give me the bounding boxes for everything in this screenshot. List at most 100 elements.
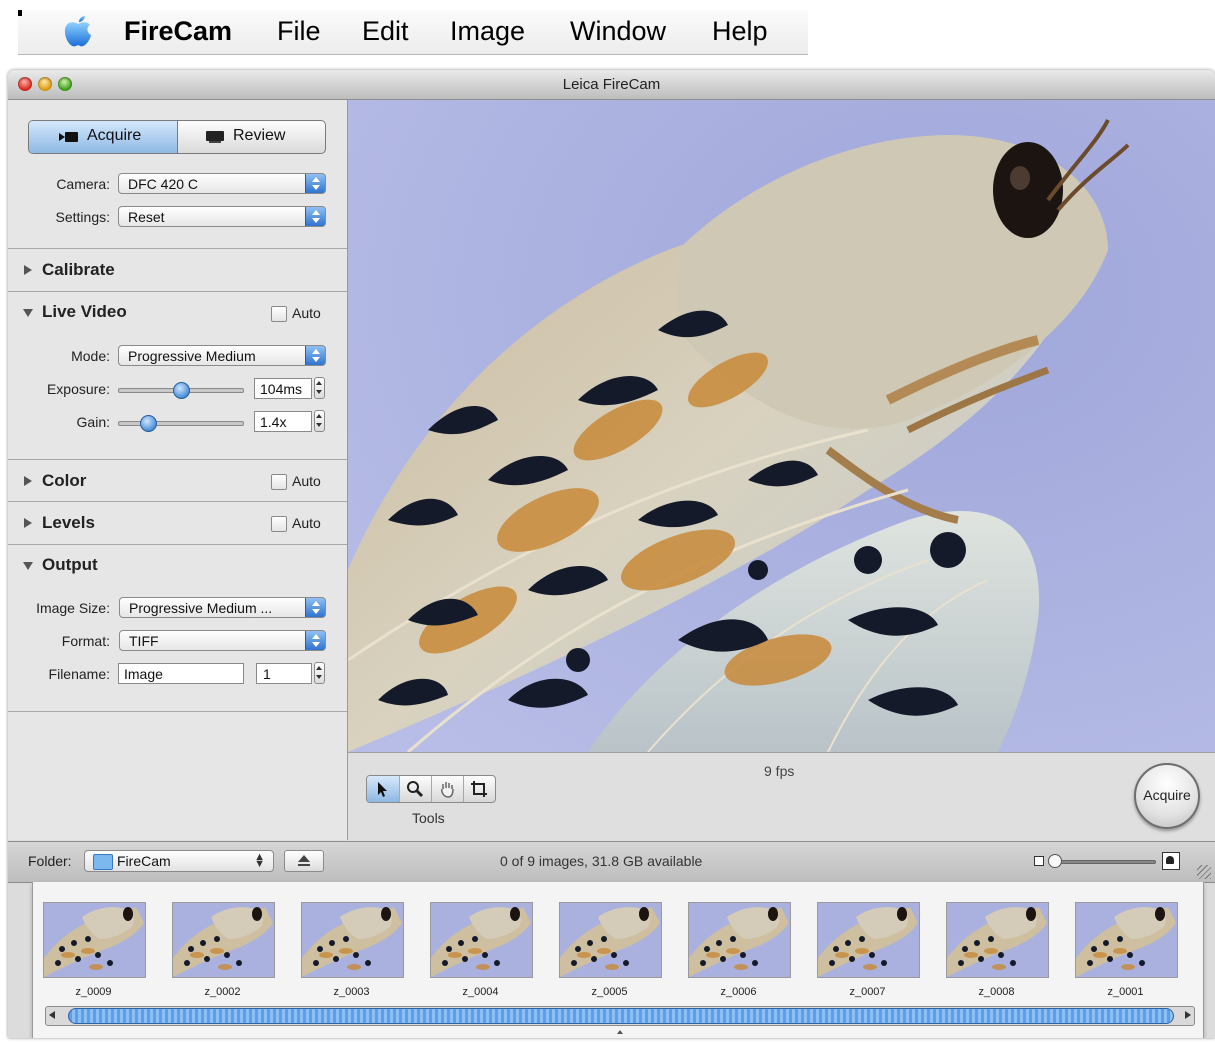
thumbnail-strip: z_0009 z_0002 z_0003 z_0004 z_0005 z_0006 z_00… bbox=[32, 882, 1204, 1038]
gain-slider-knob[interactable] bbox=[139, 415, 157, 432]
thumbnail-image[interactable] bbox=[43, 902, 146, 978]
thumbnail-image[interactable] bbox=[301, 902, 404, 978]
review-mode-button[interactable]: Review bbox=[177, 121, 325, 153]
thumbnail-image[interactable] bbox=[817, 902, 920, 978]
control-sidebar: Acquire Review Camera: DFC 420 C Setting… bbox=[8, 100, 348, 840]
folder-label: Folder: bbox=[28, 853, 72, 869]
color-auto-checkbox[interactable] bbox=[271, 474, 287, 490]
disclosure-down-icon[interactable] bbox=[23, 309, 33, 317]
levels-header[interactable]: Levels bbox=[42, 513, 95, 533]
thumbnail-image[interactable] bbox=[430, 902, 533, 978]
screen-corner bbox=[18, 10, 22, 16]
fps-readout: 9 fps bbox=[764, 763, 795, 779]
gain-value: 1.4x bbox=[260, 414, 287, 430]
large-thumbnail-icon[interactable] bbox=[1162, 852, 1180, 870]
window-title: Leica FireCam bbox=[562, 76, 661, 93]
gain-label: Gain: bbox=[76, 414, 110, 430]
image-size-value: Progressive Medium ... bbox=[129, 600, 273, 616]
hand-tool-button[interactable] bbox=[431, 776, 464, 802]
popup-arrows-icon bbox=[305, 598, 325, 617]
arrow-tool-button[interactable] bbox=[367, 776, 400, 802]
menu-window[interactable]: Window bbox=[570, 16, 666, 47]
exposure-value: 104ms bbox=[260, 381, 303, 397]
filename-field[interactable]: Image bbox=[118, 663, 244, 684]
thumbnail-image[interactable] bbox=[1075, 902, 1178, 978]
acquire-mode-button[interactable]: Acquire bbox=[29, 121, 178, 153]
menu-help[interactable]: Help bbox=[712, 16, 768, 47]
thumbnail-image[interactable] bbox=[172, 902, 275, 978]
thumbnail-label: z_0003 bbox=[333, 986, 370, 998]
popup-arrows-icon: ▲ ▼ bbox=[254, 851, 265, 870]
live-image-view[interactable] bbox=[348, 100, 1215, 752]
scroll-left-arrow-icon[interactable] bbox=[49, 1011, 55, 1019]
settings-popup[interactable]: Reset bbox=[118, 206, 326, 227]
disclosure-down-icon[interactable] bbox=[23, 562, 33, 570]
settings-value: Reset bbox=[128, 209, 165, 225]
small-thumbnail-icon[interactable] bbox=[1034, 856, 1044, 866]
mode-label: Mode: bbox=[71, 348, 110, 364]
popup-arrows-icon bbox=[305, 174, 325, 193]
apple-menu-icon[interactable] bbox=[60, 14, 96, 50]
levels-auto-label: Auto bbox=[292, 515, 321, 531]
camera-popup[interactable]: DFC 420 C bbox=[118, 173, 326, 194]
thumbnail-label: z_0008 bbox=[978, 986, 1015, 998]
filename-counter-stepper[interactable] bbox=[314, 662, 325, 684]
magnifier-icon bbox=[407, 781, 424, 798]
thumbnail-scrollbar[interactable] bbox=[45, 1006, 1195, 1026]
levels-auto-checkbox[interactable] bbox=[271, 516, 287, 532]
tools-bar: Tools 9 fps Acquire bbox=[348, 752, 1215, 841]
review-mode-label: Review bbox=[233, 127, 286, 144]
disclosure-right-icon[interactable] bbox=[24, 476, 32, 486]
menu-file[interactable]: File bbox=[277, 16, 321, 47]
crop-icon bbox=[471, 781, 487, 797]
tools-label: Tools bbox=[412, 810, 445, 826]
camera-value: DFC 420 C bbox=[128, 176, 199, 192]
mode-popup[interactable]: Progressive Medium bbox=[118, 345, 326, 366]
crop-tool-button[interactable] bbox=[463, 776, 495, 802]
tools-segmented-control bbox=[366, 775, 496, 803]
filename-label: Filename: bbox=[48, 666, 110, 682]
hand-icon bbox=[441, 782, 454, 798]
thumbnail-image[interactable] bbox=[688, 902, 791, 978]
zoom-tool-button[interactable] bbox=[399, 776, 432, 802]
color-header[interactable]: Color bbox=[42, 471, 86, 491]
exposure-label: Exposure: bbox=[46, 381, 110, 397]
calibrate-header[interactable]: Calibrate bbox=[42, 260, 115, 280]
gain-field[interactable]: 1.4x bbox=[254, 411, 312, 432]
image-count-status: 0 of 9 images, 31.8 GB available bbox=[500, 853, 703, 869]
resize-grip-icon[interactable] bbox=[1197, 865, 1211, 879]
scrollbar-thumb[interactable] bbox=[68, 1008, 1174, 1024]
disclosure-right-icon[interactable] bbox=[24, 265, 32, 275]
thumbnail-size-knob[interactable] bbox=[1048, 854, 1062, 868]
eject-button[interactable] bbox=[284, 850, 324, 872]
filename-counter-field[interactable]: 1 bbox=[256, 663, 312, 684]
scroll-right-arrow-icon[interactable] bbox=[1185, 1011, 1191, 1019]
thumbnail-size-slider[interactable] bbox=[1048, 860, 1156, 864]
exposure-stepper[interactable] bbox=[314, 377, 325, 399]
format-value: TIFF bbox=[129, 633, 159, 649]
color-auto-label: Auto bbox=[292, 473, 321, 489]
folder-popup[interactable]: FireCam ▲ ▼ bbox=[84, 850, 274, 872]
exposure-field[interactable]: 104ms bbox=[254, 378, 312, 399]
menu-edit[interactable]: Edit bbox=[362, 16, 409, 47]
output-header[interactable]: Output bbox=[42, 555, 98, 575]
exposure-slider-knob[interactable] bbox=[172, 382, 190, 399]
title-bar[interactable]: Leica FireCam bbox=[8, 70, 1215, 100]
acquire-button[interactable]: Acquire bbox=[1134, 763, 1200, 829]
popup-arrows-icon bbox=[305, 346, 325, 365]
gain-slider[interactable] bbox=[118, 421, 244, 426]
menubar: FireCam File Edit Image Window Help bbox=[18, 10, 808, 55]
live-video-auto-checkbox[interactable] bbox=[271, 306, 287, 322]
format-label: Format: bbox=[61, 633, 110, 649]
menu-app-name[interactable]: FireCam bbox=[124, 16, 232, 47]
image-size-popup[interactable]: Progressive Medium ... bbox=[119, 597, 326, 618]
disclosure-right-icon[interactable] bbox=[24, 518, 32, 528]
mode-value: Progressive Medium bbox=[128, 348, 256, 364]
live-video-header[interactable]: Live Video bbox=[42, 302, 127, 322]
thumbnail-image[interactable] bbox=[946, 902, 1049, 978]
drawer-caret-icon[interactable] bbox=[617, 1030, 623, 1034]
thumbnail-image[interactable] bbox=[559, 902, 662, 978]
gain-stepper[interactable] bbox=[314, 410, 325, 432]
menu-image[interactable]: Image bbox=[450, 16, 525, 47]
format-popup[interactable]: TIFF bbox=[119, 630, 326, 651]
